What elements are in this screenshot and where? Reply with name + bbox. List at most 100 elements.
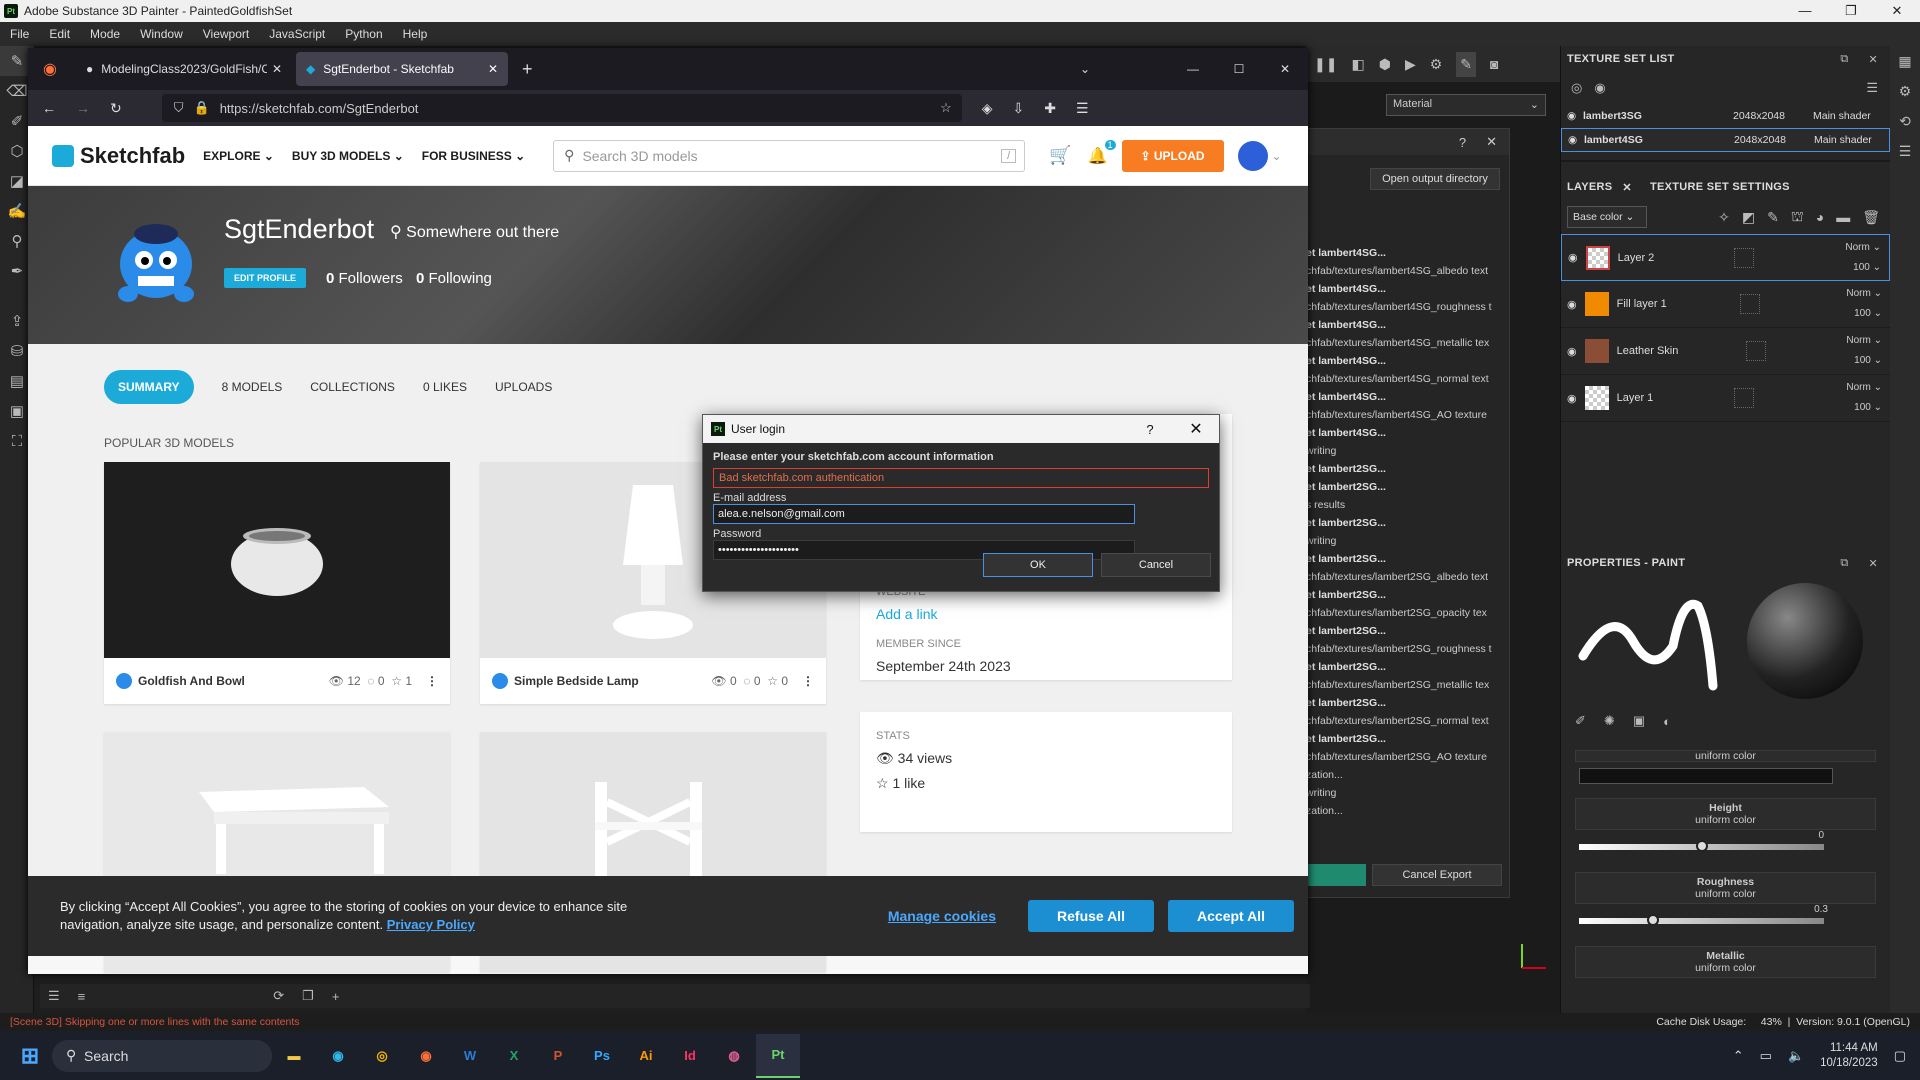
add-effect-icon[interactable]: ✧ [1718,209,1730,226]
tray-chevron-icon[interactable]: ⌃ [1733,1048,1744,1064]
layer-row[interactable]: ◉ Leather Skin Norm ⌄ 100 ⌄ [1561,328,1890,375]
nav-buy-3d-models[interactable]: BUY 3D MODELS ⌄ [292,149,404,163]
cart-icon[interactable]: 🛒 [1049,145,1071,166]
url-bar[interactable]: ⛉ 🔒 https://sketchfab.com/SgtEnderbot ☆ [161,94,962,122]
pause-icon[interactable]: ❚❚ [1314,56,1337,73]
visibility-eye-icon[interactable]: ◉ [1568,134,1584,146]
bookmark-star-icon[interactable]: ☆ [940,100,952,116]
float-icon[interactable]: ⧉ [1840,53,1848,66]
close-icon[interactable]: ✕ [1173,419,1219,439]
float-icon[interactable]: ⧉ [1840,557,1848,570]
upload-button[interactable]: ⇪ UPLOAD [1121,139,1224,172]
close-icon[interactable]: ✕ [1486,134,1497,150]
history-icon[interactable]: ⟲ [1890,106,1920,136]
extensions-icon[interactable]: ✚ [1044,100,1056,117]
model-name[interactable]: Goldfish And Bowl [138,674,245,688]
model-name[interactable]: Simple Bedside Lamp [514,674,639,688]
add-website-link[interactable]: Add a link [876,606,1216,622]
close-icon[interactable]: ✕ [1262,62,1308,76]
manage-cookies-link[interactable]: Manage cookies [888,908,996,924]
layer-opacity[interactable]: 100 [1853,262,1870,273]
height-slider-knob[interactable] [1695,840,1708,852]
close-icon[interactable]: ✕ [1622,181,1632,194]
blend-mode[interactable]: Norm [1846,335,1870,346]
excel-icon[interactable]: X [492,1034,536,1078]
new-window-icon[interactable]: ❐ [302,988,314,1004]
tab-sketchfab[interactable]: ◆ SgtEnderbot - Sketchfab ✕ [296,52,508,86]
layer-name[interactable]: Fill layer 1 [1617,298,1667,310]
edit-profile-button[interactable]: EDIT PROFILE [224,268,306,288]
add-fill-layer-icon[interactable]: ⛫ [1791,208,1804,227]
close-icon[interactable]: ✕ [1868,557,1878,570]
eye-icon[interactable]: ◉ [1594,80,1605,96]
close-icon[interactable]: ✕ [1868,53,1878,66]
layer-row[interactable]: ◉ Layer 1 Norm ⌄ 100 ⌄ [1561,375,1890,422]
new-tab-icon[interactable]: + [522,59,533,80]
word-icon[interactable]: W [448,1034,492,1078]
menu-edit[interactable]: Edit [39,27,80,41]
shelf-model-thumbnail[interactable] [480,732,826,882]
settings-icon[interactable]: ⚙ [1890,76,1920,106]
material-icon[interactable]: ◐ [1663,714,1671,729]
layer-name[interactable]: Layer 1 [1617,392,1654,404]
author-avatar[interactable] [492,673,508,689]
cancel-button[interactable]: Cancel [1101,553,1211,577]
open-output-directory-button[interactable]: Open output directory [1370,168,1500,190]
layer-mask-slot[interactable] [1740,294,1761,314]
roughness-slider-knob[interactable] [1646,914,1659,926]
nav-for-business[interactable]: FOR BUSINESS ⌄ [422,149,525,163]
blend-mode[interactable]: Norm [1846,288,1870,299]
tab-collections[interactable]: COLLECTIONS [310,380,395,394]
lock-icon[interactable]: 🔒 [194,100,210,116]
back-icon[interactable]: ← [42,100,56,116]
cancel-export-button[interactable]: Cancel Export [1372,864,1502,886]
taskbar-clock[interactable]: 11:44 AM 10/18/2023 [1820,1041,1878,1071]
sketchfab-logo[interactable]: Sketchfab [52,143,185,169]
add-paint-layer-icon[interactable]: ✎ [1767,209,1779,226]
reload-icon[interactable]: ↻ [110,100,122,117]
layer-name[interactable]: Layer 2 [1618,252,1655,264]
layer-name[interactable]: Leather Skin [1617,345,1679,357]
taskbar-search[interactable]: ⚲ Search [52,1039,272,1072]
help-icon[interactable]: ? [1127,422,1173,437]
stencil-icon[interactable]: ▣ [1633,713,1645,729]
ik-icon[interactable]: ⚙ [1430,56,1443,73]
roughness-slider[interactable] [1579,914,1824,926]
chevron-down-icon[interactable]: ⌄ [1272,149,1282,163]
menu-viewport[interactable]: Viewport [193,27,259,41]
minimize-icon[interactable]: — [1170,62,1216,76]
powerpoint-icon[interactable]: P [536,1034,580,1078]
add-folder-icon[interactable]: ▬ [1836,209,1850,225]
more-options-icon[interactable]: ⋮ [426,674,438,688]
close-icon[interactable]: ✕ [1874,3,1920,19]
visibility-eye-icon[interactable]: ◉ [1567,110,1583,122]
menu-icon[interactable]: ☰ [1866,80,1890,96]
tab-likes[interactable]: 0 LIKES [423,380,467,394]
log-icon[interactable]: ☰ [1890,136,1920,166]
refuse-all-button[interactable]: Refuse All [1028,900,1154,932]
add-smart-material-icon[interactable]: ◕ [1816,209,1824,225]
tab-layers[interactable]: LAYERS [1567,181,1612,193]
menu-mode[interactable]: Mode [80,27,130,41]
texture-set-row[interactable]: ◉ lambert4SG 2048x2048 Main shader [1561,128,1890,152]
eye-slash-icon[interactable]: ◎ [1571,80,1582,96]
camera-icon[interactable]: ▶ [1405,56,1416,73]
layer-mask-slot[interactable] [1733,247,1754,268]
model-thumbnail[interactable] [104,462,450,658]
screenshot-icon[interactable]: ◙ [1490,56,1498,72]
layer-mask-slot[interactable] [1746,341,1767,361]
add-icon[interactable]: + [332,989,340,1004]
list-tabs-icon[interactable]: ⌄ [1080,62,1090,76]
brush-mode-icon[interactable]: ✎ [1456,51,1477,77]
indesign-icon[interactable]: Id [668,1034,712,1078]
list-view-icon[interactable]: ☰ [48,988,60,1004]
file-explorer-icon[interactable]: ▬ [272,1034,316,1078]
windows-start-icon[interactable]: ⊞ [8,1034,52,1078]
accept-all-button[interactable]: Accept All [1168,900,1294,932]
more-options-icon[interactable]: ⋮ [802,674,814,688]
firefox-icon[interactable]: ◉ [28,59,72,79]
following-count[interactable]: 0 Following [416,270,492,287]
add-mask-icon[interactable]: ◩ [1742,209,1755,226]
layer-mask-slot[interactable] [1733,388,1754,408]
substance-painter-icon[interactable]: Pt [756,1033,800,1078]
